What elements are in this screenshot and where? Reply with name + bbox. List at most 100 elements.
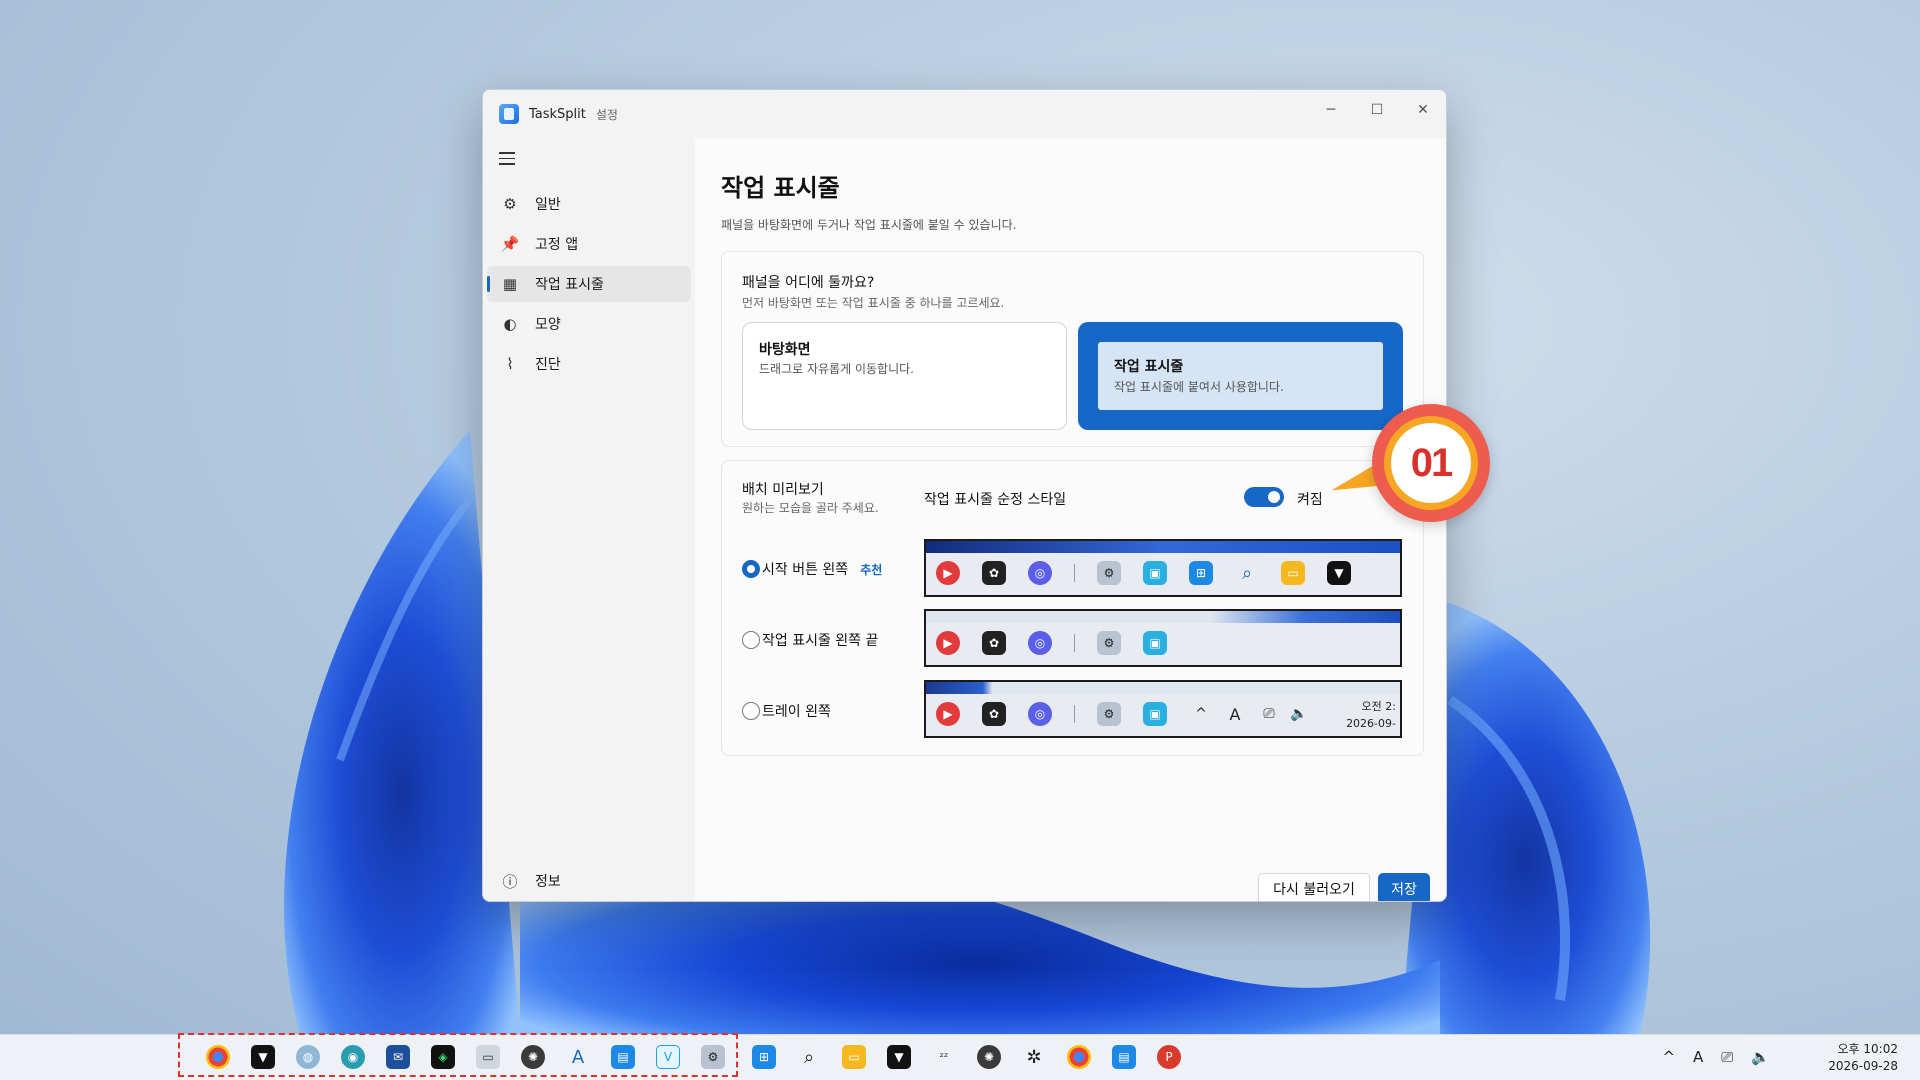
option-taskbar[interactable]: 작업 표시줄 작업 표시줄에 붙여서 사용합니다. (1078, 322, 1403, 430)
title-bar[interactable]: TaskSplit 설정 ─ ☐ ✕ (483, 90, 1446, 138)
chatgpt-icon[interactable]: ✲ (1022, 1045, 1046, 1069)
page-description: 패널을 바탕화면에 두거나 작업 표시줄에 붙일 수 있습니다. (721, 218, 1017, 232)
highlight-dashed-box (178, 1033, 738, 1077)
network-icon[interactable]: ⎚ (1721, 1048, 1733, 1066)
palette-icon: ◐ (503, 315, 517, 333)
folder-icon: ▭ (1281, 561, 1305, 585)
info-icon: ⓘ (502, 872, 518, 891)
sidebar-item-label: 고정 앱 (535, 237, 579, 253)
clock-time: 오후 10:02 (1837, 1042, 1898, 1056)
sleep-icon[interactable]: ᶻᶻ (932, 1045, 956, 1069)
network-icon: ⎚ (1263, 706, 1275, 722)
play-icon: ▶ (936, 702, 960, 726)
option-title: 바탕화면 (759, 342, 811, 358)
taskbar-clock[interactable]: 오후 10:02 2026-09-28 (1828, 1041, 1898, 1075)
preview-card: 배치 미리보기 원하는 모습을 골라 주세요. 작업 표시줄 순정 스타일 켜짐… (721, 460, 1424, 756)
search-icon: ⌕ (1241, 562, 1253, 584)
ime-icon[interactable]: A (1693, 1048, 1703, 1066)
powerpoint-icon[interactable]: P (1157, 1045, 1181, 1069)
style-toggle-label: 작업 표시줄 순정 스타일 (924, 492, 1067, 508)
radio-taskbar-left-edge[interactable]: 작업 표시줄 왼쪽 끝 (742, 630, 878, 650)
volume-icon: 🔈 (1290, 706, 1308, 722)
option-desc: 드래그로 자유롭게 이동합니다. (759, 362, 914, 376)
robot-icon: ⚙ (1097, 561, 1121, 585)
style-toggle-switch[interactable] (1244, 487, 1284, 507)
terminal-icon: ▼ (1327, 561, 1351, 585)
resolve-icon: ✿ (982, 702, 1006, 726)
close-button[interactable]: ✕ (1400, 90, 1446, 130)
split-app-icon: ▣ (1143, 702, 1167, 726)
radio-label: 트레이 왼쪽 (762, 704, 831, 720)
play-icon: ▶ (936, 631, 960, 655)
sidebar-item-label: 일반 (535, 197, 561, 213)
preview-title: 배치 미리보기 (742, 482, 824, 498)
sidebar-nav: ⚙ 일반 📌 고정 앱 ▦ 작업 표시줄 ◐ 모양 ⌇ 진단 (487, 186, 691, 386)
sidebar-item-general[interactable]: ⚙ 일반 (487, 186, 691, 222)
toggle-state-text: 켜짐 (1297, 492, 1323, 508)
compass-icon: ◎ (1028, 561, 1052, 585)
compass-icon: ◎ (1028, 631, 1052, 655)
play-icon: ▶ (936, 561, 960, 585)
pin-icon: 📌 (500, 235, 520, 253)
preview-taskbar-left-edge[interactable]: ▶ ✿ ◎ ⚙ ▣ (924, 609, 1402, 667)
chrome-icon[interactable] (1067, 1045, 1091, 1069)
gear-icon: ⚙ (503, 195, 517, 213)
radio-button[interactable] (742, 702, 760, 720)
page-title: 작업 표시줄 (721, 174, 840, 202)
option-title: 작업 표시줄 (1114, 359, 1184, 375)
preview-hint: 원하는 모습을 골라 주세요. (742, 501, 879, 515)
option-desktop[interactable]: 바탕화면 드래그로 자유롭게 이동합니다. (742, 322, 1067, 430)
sidebar-item-about[interactable]: ⓘ 정보 (501, 871, 561, 891)
placement-question: 패널을 어디에 둘까요? (742, 275, 875, 291)
radio-label: 시작 버튼 왼쪽 (762, 562, 849, 578)
radio-tray-left[interactable]: 트레이 왼쪽 (742, 701, 831, 721)
notepad-icon[interactable]: ▤ (1112, 1045, 1136, 1069)
robot-icon: ⚙ (1097, 631, 1121, 655)
radio-start-left[interactable]: 시작 버튼 왼쪽 추천 (742, 559, 882, 579)
grid-icon: ▦ (502, 275, 518, 293)
sidebar-item-label: 모양 (535, 317, 561, 333)
terminal-icon[interactable]: ▼ (887, 1045, 911, 1069)
ime-icon: A (1229, 704, 1241, 724)
preview-tray-left[interactable]: ▶ ✿ ◎ ⚙ ▣ ^ A ⎚ 🔈 오전 2: 2026-09- (924, 680, 1402, 738)
sidebar-item-label: 정보 (535, 874, 561, 890)
sidebar-item-label: 진단 (535, 357, 561, 373)
split-app-icon: ▣ (1143, 631, 1167, 655)
folder-icon[interactable]: ▭ (842, 1045, 866, 1069)
minimize-button[interactable]: ─ (1308, 90, 1354, 130)
resolve-icon: ✿ (982, 561, 1006, 585)
app-icon (499, 104, 519, 124)
sidebar-item-appearance[interactable]: ◐ 모양 (487, 306, 691, 342)
maximize-button[interactable]: ☐ (1354, 90, 1400, 130)
hamburger-menu-icon[interactable] (499, 152, 515, 165)
pulse-icon: ⌇ (506, 355, 514, 373)
preview-start-left[interactable]: ▶ ✿ ◎ ⚙ ▣ ⊞ ⌕ ▭ ▼ (924, 539, 1402, 597)
radio-button[interactable] (742, 631, 760, 649)
taskbar-app-icons: ⊞ ⌕ ▭ ▼ ᶻᶻ ✺ ✲ ▤ P (752, 1045, 1202, 1069)
save-button[interactable]: 저장 (1378, 873, 1430, 901)
placement-hint: 먼저 바탕화면 또는 작업 표시줄 중 하나를 고르세요. (742, 296, 1005, 310)
reload-button[interactable]: 다시 불러오기 (1258, 873, 1370, 901)
radio-label: 작업 표시줄 왼쪽 끝 (762, 633, 879, 649)
option-desc: 작업 표시줄에 붙여서 사용합니다. (1114, 380, 1284, 394)
sidebar-item-diagnostics[interactable]: ⌇ 진단 (487, 346, 691, 382)
sidebar-item-pinned-apps[interactable]: 📌 고정 앱 (487, 226, 691, 262)
robot-icon: ⚙ (1097, 702, 1121, 726)
chevron-up-icon: ^ (1195, 706, 1207, 722)
sidebar-item-taskbar[interactable]: ▦ 작업 표시줄 (487, 266, 691, 302)
clock-date: 2026-09-28 (1828, 1059, 1898, 1073)
placement-card: 패널을 어디에 둘까요? 먼저 바탕화면 또는 작업 표시줄 중 하나를 고르세… (721, 251, 1424, 447)
callout-badge: 01 (1372, 404, 1490, 522)
openai-icon[interactable]: ✺ (977, 1045, 1001, 1069)
settings-window: TaskSplit 설정 ─ ☐ ✕ ⚙ 일반 📌 고정 앱 ▦ 작업 표시줄 … (482, 89, 1447, 902)
split-app-icon: ▣ (1143, 561, 1167, 585)
content-pane: 작업 표시줄 패널을 바탕화면에 두거나 작업 표시줄에 붙일 수 있습니다. … (695, 138, 1446, 901)
callout-number: 01 (1384, 416, 1478, 510)
radio-button[interactable] (742, 560, 760, 578)
search-icon[interactable]: ⌕ (797, 1045, 821, 1069)
sidebar: ⚙ 일반 📌 고정 앱 ▦ 작업 표시줄 ◐ 모양 ⌇ 진단 ⓘ 정보 (483, 138, 695, 901)
windows-start-icon[interactable]: ⊞ (752, 1045, 776, 1069)
chevron-up-icon[interactable]: ^ (1662, 1048, 1675, 1066)
resolve-icon: ✿ (982, 631, 1006, 655)
volume-icon[interactable]: 🔈 (1751, 1048, 1770, 1066)
